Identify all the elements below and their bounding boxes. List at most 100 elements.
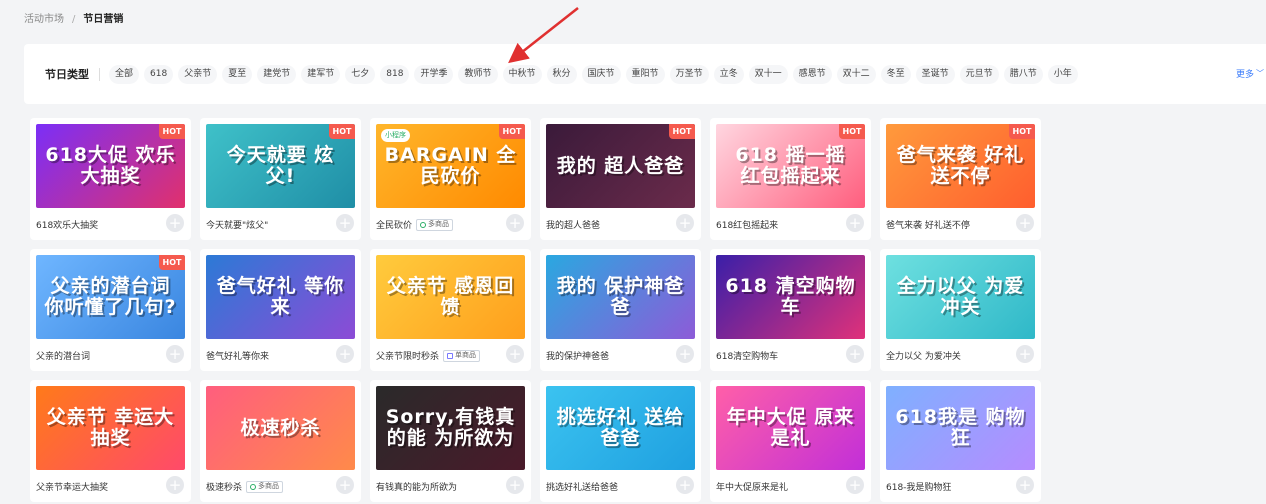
template-title: 爸气好礼等你来 [206,349,269,362]
add-template-button[interactable]: + [676,476,694,494]
template-thumbnail[interactable]: Sorry,有钱真的能 为所欲为 [376,386,525,470]
breadcrumb-parent-link[interactable]: 活动市场 [24,13,64,27]
filter-chip[interactable]: 双十二 [836,64,876,84]
template-card[interactable]: 全力以父 为爱冲关 全力以父 为爱冲关 + [880,249,1041,371]
add-template-button[interactable]: + [166,476,184,494]
filter-chip[interactable]: 建党节 [257,64,297,84]
filter-chip[interactable]: 双十一 [748,64,788,84]
add-template-button[interactable]: + [336,345,354,363]
template-card[interactable]: 我的 超人爸爸 HOT 我的超人爸爸 + [540,118,701,240]
template-thumbnail[interactable]: 爸气来袭 好礼送不停 HOT [886,124,1035,208]
add-template-button[interactable]: + [846,214,864,232]
breadcrumb-separator: / [72,14,76,25]
template-thumbnail[interactable]: 父亲节 幸运大抽奖 [36,386,185,470]
add-template-button[interactable]: + [676,345,694,363]
template-title-text: 爸气好礼等你来 [206,352,270,362]
template-title: 我的保护神爸爸 [546,349,609,362]
template-title-text: 我的超人爸爸 [546,221,601,231]
template-card[interactable]: 618 清空购物车 618清空购物车 + [710,249,871,371]
more-filters-button[interactable]: 更多 ﹀ [1236,67,1264,80]
template-title-text: 有钱真的能为所欲为 [376,483,458,493]
add-template-button[interactable]: + [676,214,694,232]
add-template-button[interactable]: + [1016,345,1034,363]
template-thumbnail[interactable]: 极速秒杀 [206,386,355,470]
filter-chip-list: 全部 618 父亲节 夏至 建党节 建军节 七夕 818 开学季 教师节 中秋节 秋分 国庆节 重阳节 万圣… [109,64,1078,84]
template-thumbnail[interactable]: 我的 超人爸爸 HOT [546,124,695,208]
template-card[interactable]: 618大促 欢乐大抽奖 HOT 618欢乐大抽奖 + [30,118,191,240]
template-title-text: 今天就要"炫父" [206,221,269,231]
add-template-button[interactable]: + [846,476,864,494]
template-card[interactable]: 极速秒杀极速秒杀 多商品 + [200,380,361,502]
template-thumbnail[interactable]: 挑选好礼 送给爸爸 [546,386,695,470]
add-template-button[interactable]: + [166,345,184,363]
filter-chip[interactable]: 七夕 [345,64,376,84]
template-thumbnail[interactable]: 618 摇一摇 红包摇起来 HOT [716,124,865,208]
filter-chip[interactable]: 重阳节 [625,64,665,84]
template-card[interactable]: 爸气好礼 等你来爸气好礼等你来 + [200,249,361,371]
template-card[interactable]: Sorry,有钱真的能 为所欲为有钱真的能为所欲为 + [370,380,531,502]
add-template-button[interactable]: + [336,476,354,494]
filter-chip[interactable]: 818 [380,64,410,84]
filter-chip[interactable]: 小年 [1047,64,1078,84]
template-title-text: 全力以父 为爱冲关 [886,352,961,362]
template-thumbnail[interactable]: 爸气好礼 等你来 [206,255,355,339]
thumbnail-text: 父亲节 感恩回馈 [386,275,515,318]
filter-chip[interactable]: 圣诞节 [915,64,955,84]
filter-chip[interactable]: 建军节 [301,64,341,84]
template-card[interactable]: 今天就要 炫父! HOT 今天就要"炫父" + [200,118,361,240]
template-card[interactable]: 618我是 购物狂 618-我是购物狂 + [880,380,1041,502]
add-template-button[interactable]: + [166,214,184,232]
template-title: 我的超人爸爸 [546,218,600,231]
filter-chip[interactable]: 教师节 [458,64,498,84]
template-card[interactable]: 父亲节 感恩回馈 父亲节限时秒杀 单商品 + [370,249,531,371]
filter-chip[interactable]: 元旦节 [959,64,999,84]
breadcrumb-current: 节日营销 [83,14,124,25]
filter-chip[interactable]: 腊八节 [1003,64,1043,84]
hot-badge: HOT [499,124,525,139]
add-template-button[interactable]: + [506,345,524,363]
template-title: 极速秒杀 多商品 [206,480,284,493]
template-thumbnail[interactable]: 618 清空购物车 [716,255,865,339]
add-template-button[interactable]: + [336,214,354,232]
template-thumbnail[interactable]: BARGAIN 全民砍价 HOT 小程序 [376,124,525,208]
template-card[interactable]: 我的 保护神爸爸我的保护神爸爸 + [540,249,701,371]
add-template-button[interactable]: + [506,476,524,494]
add-template-button[interactable]: + [1016,214,1034,232]
filter-chip[interactable]: 全部 [109,64,140,84]
template-card[interactable]: 父亲节 幸运大抽奖 父亲节幸运大抽奖 + [30,380,191,502]
filter-chip[interactable]: 父亲节 [178,64,218,84]
template-title: 挑选好礼送给爸爸 [546,480,618,493]
filter-chip[interactable]: 立冬 [713,64,744,84]
add-template-button[interactable]: + [1016,476,1034,494]
template-thumbnail[interactable]: 父亲的潜台词 你听懂了几句? HOT [36,255,185,339]
template-thumbnail[interactable]: 全力以父 为爱冲关 [886,255,1035,339]
template-thumbnail[interactable]: 我的 保护神爸爸 [546,255,695,339]
filter-chip[interactable]: 中秋节 [502,64,542,84]
filter-chip[interactable]: 618 [144,64,174,84]
filter-chip[interactable]: 感恩节 [792,64,832,84]
template-thumbnail[interactable]: 618大促 欢乐大抽奖 HOT [36,124,185,208]
template-card[interactable]: 父亲的潜台词 你听懂了几句? HOT 父亲的潜台词 + [30,249,191,371]
template-title-text: 618欢乐大抽奖 [36,221,99,231]
template-card[interactable]: 618 摇一摇 红包摇起来 HOT 618红包摇起来 + [710,118,871,240]
add-template-button[interactable]: + [846,345,864,363]
template-thumbnail[interactable]: 今天就要 炫父! HOT [206,124,355,208]
template-card[interactable]: 年中大促 原来是礼年中大促原来是礼 + [710,380,871,502]
filter-chip[interactable]: 冬至 [880,64,911,84]
filter-chip[interactable]: 秋分 [546,64,577,84]
filter-chip[interactable]: 国庆节 [581,64,621,84]
filter-chip[interactable]: 开学季 [414,64,454,84]
template-card[interactable]: 挑选好礼 送给爸爸挑选好礼送给爸爸 + [540,380,701,502]
template-thumbnail[interactable]: 年中大促 原来是礼 [716,386,865,470]
filter-chip[interactable]: 万圣节 [669,64,709,84]
template-card[interactable]: 爸气来袭 好礼送不停 HOT 爸气来袭 好礼送不停 + [880,118,1041,240]
template-thumbnail[interactable]: 父亲节 感恩回馈 [376,255,525,339]
thumbnail-text: 618 清空购物车 [725,275,856,318]
template-card[interactable]: BARGAIN 全民砍价 HOT 小程序 全民砍价 多商品 + [370,118,531,240]
chevron-down-icon: ﹀ [1256,69,1265,78]
template-title-text: 年中大促原来是礼 [716,483,789,493]
template-title-text: 618红包摇起来 [716,221,779,231]
template-thumbnail[interactable]: 618我是 购物狂 [886,386,1035,470]
add-template-button[interactable]: + [506,214,524,232]
filter-chip[interactable]: 夏至 [222,64,253,84]
